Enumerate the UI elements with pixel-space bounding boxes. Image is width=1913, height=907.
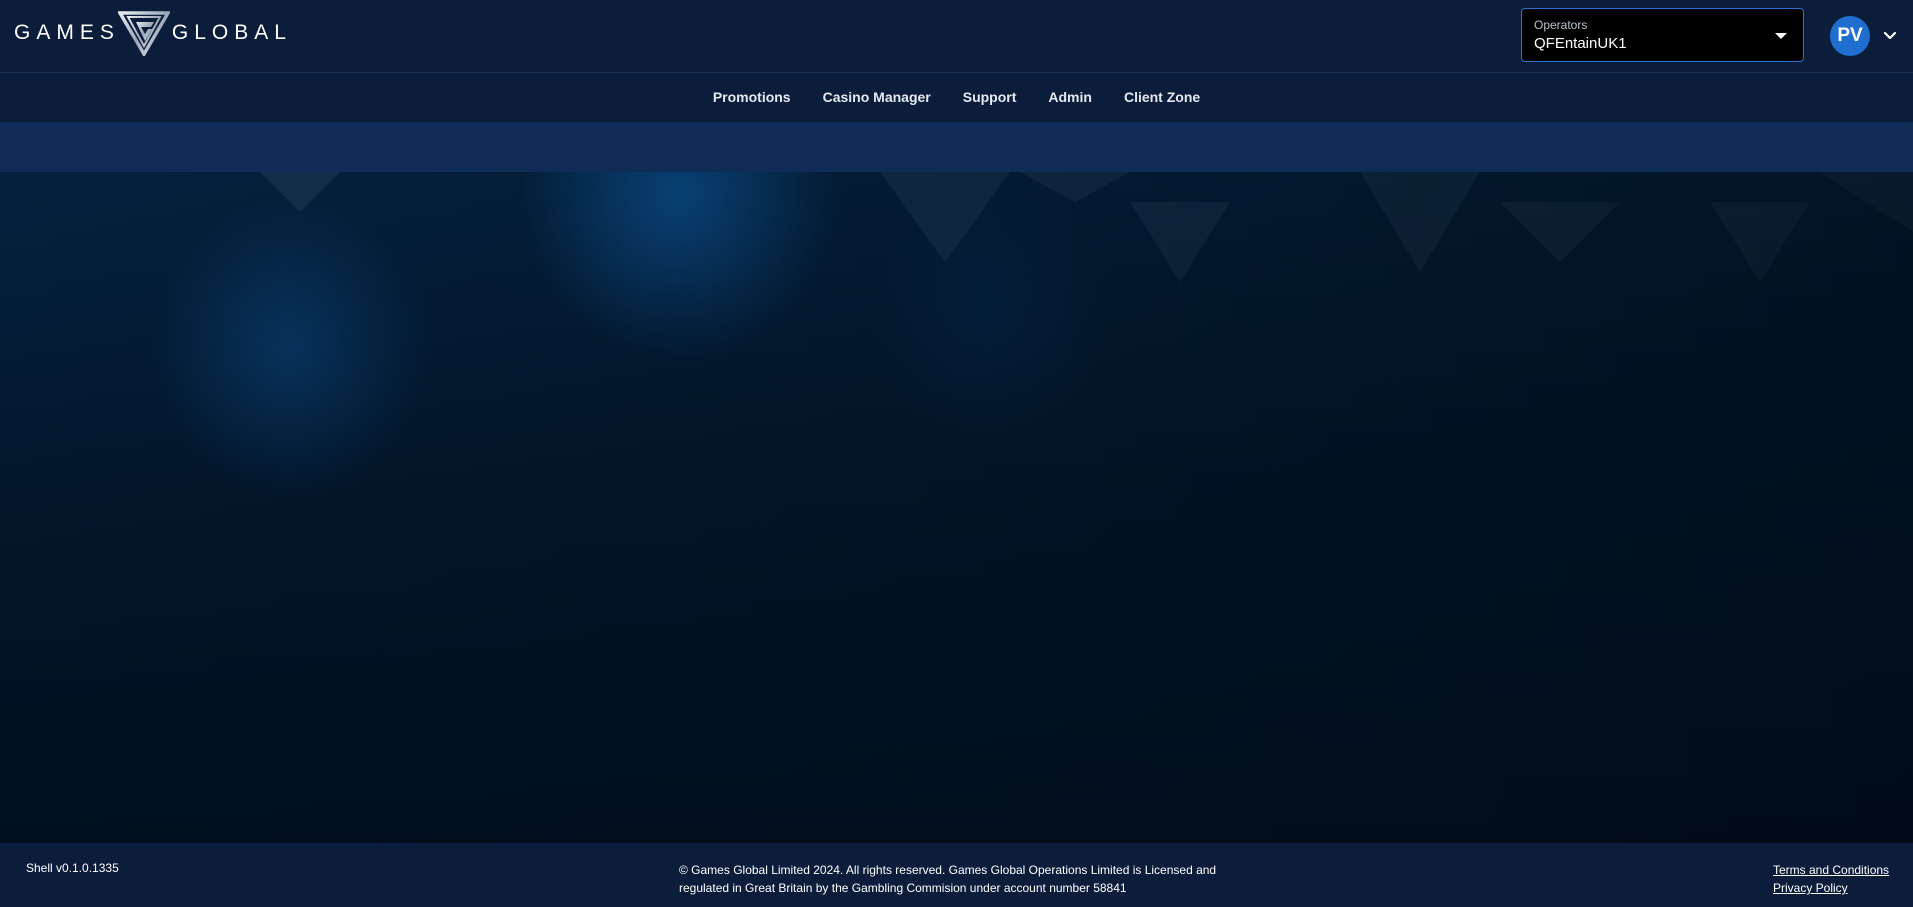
main-content-area [0,172,1913,843]
copyright-notice: © Games Global Limited 2024. All rights … [679,861,1239,897]
chevron-down-icon[interactable] [1882,28,1898,44]
operators-select[interactable]: Operators QFEntainUK1 [1521,8,1804,62]
copyright-line-1: © Games Global Limited 2024. All rights … [679,863,1217,877]
footer-links: Terms and Conditions Privacy Policy [1773,861,1889,897]
logo-word-left: GAMES [14,21,120,44]
top-header: GAMES GLOBAL Operators QFEntainUK1 PV [0,0,1913,73]
nav-item-admin[interactable]: Admin [1032,73,1108,122]
copyright-line-2: regulated in Great Britain by the Gambli… [679,881,1127,895]
nav-item-casino-manager[interactable]: Casino Manager [807,73,947,122]
user-avatar[interactable]: PV [1830,16,1870,56]
nav-item-promotions[interactable]: Promotions [697,73,807,122]
gg-triangle-logo-icon [117,11,170,56]
footer: Shell v0.1.0.1335 © Games Global Limited… [0,843,1913,907]
logo-word-right: GLOBAL [171,21,292,44]
nav-item-support[interactable]: Support [947,73,1033,122]
sub-header-bar [0,122,1913,172]
privacy-link[interactable]: Privacy Policy [1773,879,1889,897]
app-shell: GAMES GLOBAL Operators QFEntainUK1 PV Pr… [0,0,1913,907]
caret-down-icon [1775,33,1787,39]
games-global-logo[interactable]: GAMES GLOBAL [14,10,292,56]
shell-version: Shell v0.1.0.1335 [26,861,119,875]
nav-items: Promotions Casino Manager Support Admin … [0,73,1913,122]
background-shade [0,172,1913,843]
nav-item-client-zone[interactable]: Client Zone [1108,73,1216,122]
operators-label: Operators [1534,18,1588,32]
main-nav: Promotions Casino Manager Support Admin … [0,73,1913,122]
operators-selected-value: QFEntainUK1 [1534,35,1627,52]
terms-link[interactable]: Terms and Conditions [1773,861,1889,879]
